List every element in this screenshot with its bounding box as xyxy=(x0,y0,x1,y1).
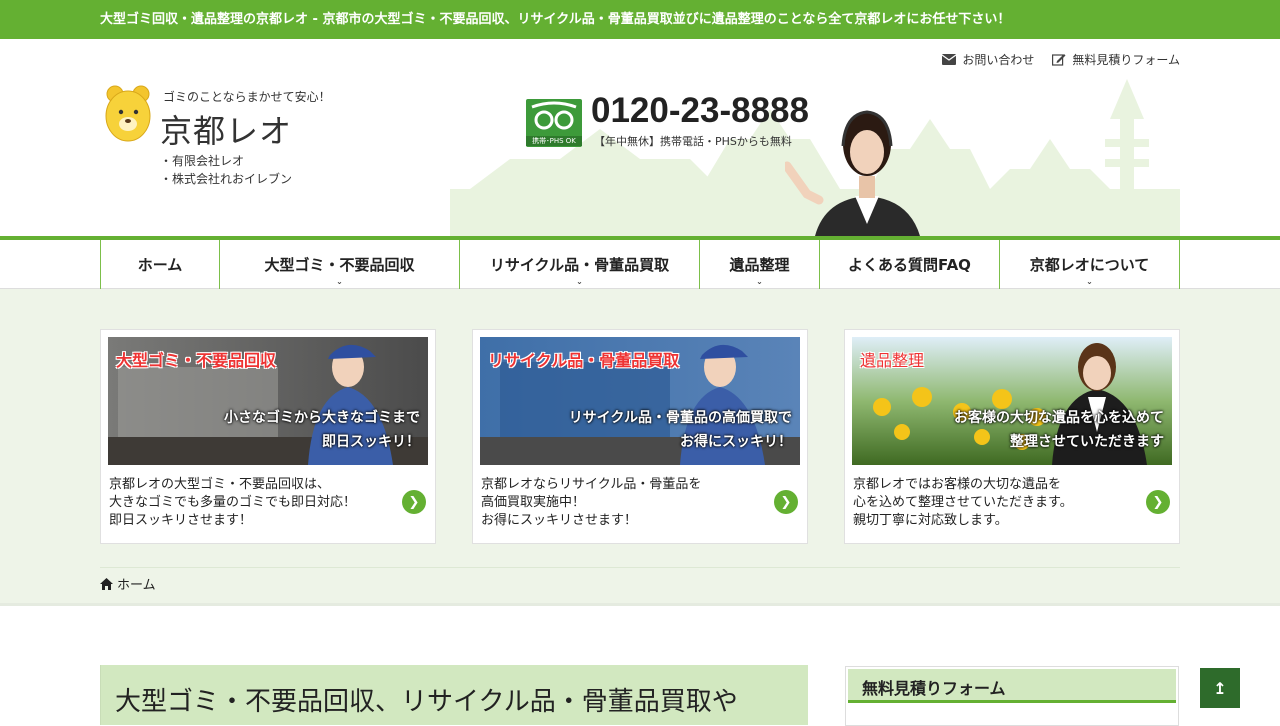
card-caption-line2: 整理させていただきます xyxy=(1010,434,1164,450)
nav-item-label: よくある質問FAQ xyxy=(848,256,971,274)
scroll-to-top-button[interactable]: ↥ xyxy=(1200,668,1240,708)
card-caption-line2: お得にスッキリ！ xyxy=(680,434,792,450)
free-dial-badge-text: 携帯･PHS OK xyxy=(526,136,582,146)
card-desc-line: 大きなゴミでも多量のゴミでも即日対応！ xyxy=(109,495,357,510)
home-icon xyxy=(100,577,113,590)
chevron-down-icon: ⌄ xyxy=(576,277,583,286)
service-card-estate-cleanup[interactable]: 遺品整理 お客様の大切な遺品を心を込めて 整理させていただきます 京都レオではお… xyxy=(844,329,1180,544)
phone-number: 0120-23-8888 xyxy=(591,91,809,130)
global-nav: ホーム 大型ゴミ・不要品回収 ⌄ リサイクル品・骨董品買取 ⌄ 遺品整理 ⌄ よ… xyxy=(0,236,1280,289)
nav-item-faq[interactable]: よくある質問FAQ xyxy=(820,240,1000,289)
estimate-form-link[interactable]: 無料見積りフォーム xyxy=(1052,51,1180,68)
sidebar-widget-title: 無料見積りフォーム xyxy=(848,669,1176,703)
nav-item-bulky-waste[interactable]: 大型ゴミ・不要品回収 ⌄ xyxy=(220,240,460,289)
card-title: リサイクル品・骨董品買取 xyxy=(488,351,680,370)
arrow-up-icon: ↥ xyxy=(1213,678,1227,698)
card-desc-line: 京都レオの大型ゴミ・不要品回収は、 xyxy=(109,477,331,492)
nav-item-label: ホーム xyxy=(137,256,183,274)
service-card-image: 遺品整理 お客様の大切な遺品を心を込めて 整理させていただきます xyxy=(852,337,1172,465)
nav-item-label: 大型ゴミ・不要品回収 xyxy=(264,256,415,274)
contact-link-label: お問い合わせ xyxy=(962,53,1035,67)
card-desc-line: お得にスッキリさせます！ xyxy=(481,513,638,528)
service-card-image: 大型ゴミ・不要品回収 小さなゴミから大きなゴミまで 即日スッキリ！ xyxy=(108,337,428,465)
nav-list: ホーム 大型ゴミ・不要品回収 ⌄ リサイクル品・骨董品買取 ⌄ 遺品整理 ⌄ よ… xyxy=(100,240,1180,289)
estimate-form-link-label: 無料見積りフォーム xyxy=(1072,53,1180,67)
nav-item-label: 京都レオについて xyxy=(1029,256,1150,274)
free-dial-badge: 携帯･PHS OK xyxy=(526,99,582,147)
card-desc-line: 即日スッキリさせます！ xyxy=(109,513,253,528)
card-title: 遺品整理 xyxy=(860,351,925,370)
contact-link[interactable]: お問い合わせ xyxy=(942,51,1034,68)
chevron-down-icon: ⌄ xyxy=(336,277,343,286)
main-heading-box: 大型ゴミ・不要品回収、リサイクル品・骨董品買取や xyxy=(100,665,808,725)
company-name-2: ・株式会社れおイレブン xyxy=(160,172,293,186)
nav-item-label: リサイクル品・骨董品買取 xyxy=(489,256,670,274)
breadcrumb-home[interactable]: ホーム xyxy=(117,574,156,593)
chevron-right-icon[interactable]: ❯ xyxy=(1146,490,1170,514)
chevron-down-icon: ⌄ xyxy=(1086,277,1093,286)
nav-item-estate-cleanup[interactable]: 遺品整理 ⌄ xyxy=(700,240,820,289)
call-operator-photo xyxy=(785,110,920,236)
card-desc-line: 高価買取実施中！ xyxy=(481,495,586,510)
card-caption-line2: 即日スッキリ！ xyxy=(322,434,420,450)
card-desc-line: 親切丁寧に対応致します。 xyxy=(853,513,1008,528)
sidebar-widget: 無料見積りフォーム xyxy=(845,666,1179,726)
logo-tagline: ゴミのことならまかせて安心！ xyxy=(163,90,331,104)
chevron-right-icon[interactable]: ❯ xyxy=(402,490,426,514)
card-description: 京都レオの大型ゴミ・不要品回収は、 大きなゴミでも多量のゴミでも即日対応！ 即日… xyxy=(109,476,356,530)
feature-section: 大型ゴミ・不要品回収 小さなゴミから大きなゴミまで 即日スッキリ！ 京都レオの大… xyxy=(0,289,1280,603)
phone-note: 【年中無休】携帯電話・PHSからも無料 xyxy=(594,135,792,148)
logo-name: 京都レオ xyxy=(160,112,293,150)
envelope-icon xyxy=(942,54,957,65)
service-card-bulky-waste[interactable]: 大型ゴミ・不要品回収 小さなゴミから大きなゴミまで 即日スッキリ！ 京都レオの大… xyxy=(100,329,436,544)
card-description: 京都レオならリサイクル品・骨董品を 高価買取実施中！ お得にスッキリさせます！ xyxy=(481,476,701,530)
main-heading: 大型ゴミ・不要品回収、リサイクル品・骨董品買取や xyxy=(115,687,738,717)
free-dial-icon xyxy=(531,101,577,130)
nav-item-about[interactable]: 京都レオについて ⌄ xyxy=(1000,240,1180,289)
site-description-bar: 大型ゴミ回収・遺品整理の京都レオ - 京都市の大型ゴミ・不要品回収、リサイクル品… xyxy=(0,0,1280,39)
service-card-recycle-purchase[interactable]: リサイクル品・骨董品買取 リサイクル品・骨董品の高価買取で お得にスッキリ！ 京… xyxy=(472,329,808,544)
breadcrumb: ホーム xyxy=(100,567,1180,593)
chevron-right-icon[interactable]: ❯ xyxy=(774,490,798,514)
card-description: 京都レオではお客様の大切な遺品を 心を込めて整理させていただきます。 親切丁寧に… xyxy=(853,476,1073,530)
header-links: お問い合わせ 無料見積りフォーム xyxy=(942,51,1180,68)
nav-item-recycle-purchase[interactable]: リサイクル品・骨董品買取 ⌄ xyxy=(460,240,700,289)
card-caption-line1: リサイクル品・骨董品の高価買取で xyxy=(568,410,792,426)
site-logo[interactable]: ゴミのことならまかせて安心！ 京都レオ ・有限会社レオ ・株式会社れおイレブン xyxy=(105,84,345,194)
company-name-1: ・有限会社レオ xyxy=(160,154,245,168)
card-desc-line: 京都レオならリサイクル品・骨董品を xyxy=(481,477,702,492)
card-caption-line1: お客様の大切な遺品を心を込めて xyxy=(954,410,1164,426)
site-header: お問い合わせ 無料見積りフォーム ゴミのことならまかせて安心！ 京都レオ ・有限… xyxy=(0,39,1280,236)
card-desc-line: 心を込めて整理させていただきます。 xyxy=(853,495,1073,510)
section-divider xyxy=(0,603,1280,606)
nav-item-label: 遺品整理 xyxy=(729,256,790,274)
site-description: 大型ゴミ回収・遺品整理の京都レオ - 京都市の大型ゴミ・不要品回収、リサイクル品… xyxy=(100,12,1011,27)
card-desc-line: 京都レオではお客様の大切な遺品を xyxy=(853,477,1062,492)
bear-mascot-icon xyxy=(105,85,151,142)
service-card-image: リサイクル品・骨董品買取 リサイクル品・骨董品の高価買取で お得にスッキリ！ xyxy=(480,337,800,465)
card-caption-line1: 小さなゴミから大きなゴミまで xyxy=(224,410,420,426)
card-title: 大型ゴミ・不要品回収 xyxy=(116,351,277,370)
chevron-down-icon: ⌄ xyxy=(756,277,763,286)
edit-icon xyxy=(1052,54,1066,66)
nav-item-home[interactable]: ホーム xyxy=(101,240,220,289)
